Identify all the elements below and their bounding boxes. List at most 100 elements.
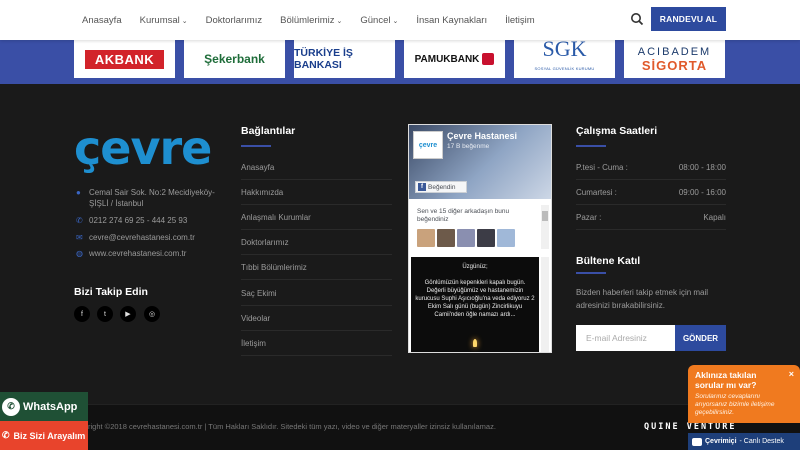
copyright-text: right ©2018 cevrehastanesi.com.tr | Tüm … [88, 422, 496, 431]
logo-text: AKBANK [84, 49, 165, 69]
title-underline [576, 145, 606, 147]
footer-link[interactable]: Hakkımızda [241, 180, 392, 205]
whatsapp-icon: ✆ [2, 397, 20, 416]
nav-home[interactable]: Anasayfa [82, 15, 122, 26]
fb-friends-text: Sen ve 15 diğer arkadaşın bunu beğendini… [417, 208, 510, 223]
appointment-button[interactable]: RANDEVU AL [651, 7, 726, 31]
partner-logo-isbank[interactable]: TÜRKİYE İŞ BANKASI [294, 40, 395, 78]
fb-page-thumbnail[interactable]: çevre [413, 131, 443, 159]
twitter-icon[interactable]: t [97, 306, 113, 322]
chat-prompt[interactable]: Aklınıza takılan sorular mı var? Sorular… [688, 365, 800, 423]
fb-post[interactable]: Üzgünüz; Gönlümüzün kepenkleri kapalı bu… [411, 257, 539, 352]
globe-icon: ◍ [76, 249, 83, 258]
phone-text: 0212 274 69 25 - 444 25 93 [89, 216, 188, 225]
footer-link[interactable]: Tıbbi Bölümlerimiz [241, 255, 392, 280]
partner-logo-sekerbank[interactable]: Şekerbank [184, 40, 285, 78]
fb-like-button[interactable]: f Beğendin [415, 181, 467, 193]
hours-row: Cumartesi : 09:00 - 16:00 [576, 180, 726, 205]
logo-text: TÜRKİYE İŞ BANKASI [294, 47, 353, 71]
website[interactable]: ◍ www.cevrehastanesi.com.tr [76, 248, 186, 259]
chat-prompt-subtitle: Sorularınız cevaplarını arıyorsanız bizi… [695, 393, 775, 416]
live-support-bar[interactable]: Çevrimiçi - Canlı Destek [688, 433, 800, 450]
cevre-logo[interactable]: çevre [74, 125, 212, 171]
phone[interactable]: ✆ 0212 274 69 25 - 444 25 93 [76, 215, 187, 226]
callback-button[interactable]: ✆ Biz Sizi Arayalım [0, 421, 88, 450]
avatar[interactable] [437, 229, 455, 247]
nav-doctors[interactable]: Doktorlarımız [206, 15, 262, 26]
phone-icon: ✆ [2, 430, 10, 440]
hours-day: Pazar : [576, 212, 602, 222]
hours-title: Çalışma Saatleri [576, 125, 658, 137]
envelope-icon: ✉ [76, 233, 83, 242]
nav-label: Bölümlerimiz [280, 14, 335, 26]
fb-scrollbar[interactable] [541, 205, 549, 249]
hours-time: Kapalı [703, 212, 726, 222]
logo-text: Şekerbank [204, 52, 265, 66]
developer-credit[interactable]: QUINE VENTURE [644, 422, 737, 432]
partner-logo-acibadem[interactable]: ACIBADEM SİGORTA [624, 40, 725, 78]
chevron-down-icon: ⌄ [336, 17, 343, 25]
chat-status: Çevrimiçi [705, 438, 737, 445]
footer-link[interactable]: Videolar [241, 306, 392, 331]
phone-icon: ✆ [76, 216, 83, 225]
partner-logo-pamukbank[interactable]: PAMUKBANK [404, 40, 505, 78]
footer-link[interactable]: Saç Ekimi [241, 281, 392, 306]
email-input[interactable] [576, 325, 675, 351]
logo-text-group: PAMUKBANK [415, 53, 495, 65]
footer-link[interactable]: İletişim [241, 331, 392, 356]
nav-news[interactable]: Güncel ⌄ [360, 15, 398, 26]
instagram-icon[interactable]: ◎ [144, 306, 160, 322]
logo-text: PAMUKBANK [414, 53, 480, 65]
hours-row: P.tesi - Cuma : 08:00 - 18:00 [576, 155, 726, 180]
address: ● Cemal Sair Sok. No:2 Mecidiyeköy- ŞİŞLİ… [76, 187, 215, 209]
facebook-page-widget[interactable]: çevre Çevre Hastanesi 17 B beğenme f Beğe… [408, 124, 552, 353]
whatsapp-button[interactable]: ✆ WhatsApp [0, 392, 88, 421]
hours-time: 09:00 - 16:00 [678, 187, 726, 197]
acibadem-logo: ACIBADEM SİGORTA [638, 45, 711, 73]
nav-hr[interactable]: İnsan Kaynakları [416, 15, 487, 26]
footer-link[interactable]: Anasayfa [241, 155, 392, 180]
avatar[interactable] [457, 229, 475, 247]
map-pin-icon: ● [76, 188, 81, 197]
avatar[interactable] [497, 229, 515, 247]
hours-time: 08:00 - 18:00 [678, 162, 726, 172]
facebook-icon[interactable]: f [74, 306, 90, 322]
search-icon[interactable] [630, 12, 644, 26]
partner-logo-sgk[interactable]: SGK SOSYAL GÜVENLİK KURUMU [514, 40, 615, 78]
nav-label: Güncel [360, 14, 391, 26]
footer-link[interactable]: Doktorlarımız [241, 230, 392, 255]
footer-link[interactable]: Anlaşmalı Kurumlar [241, 205, 392, 230]
fb-scrollbar[interactable] [541, 257, 549, 352]
candle-icon [473, 339, 477, 347]
newsletter-text: Bizden haberleri takip etmek için mail a… [576, 288, 709, 310]
hours-row: Pazar : Kapalı [576, 205, 726, 230]
fb-post-title: Üzgünüz; [462, 264, 488, 270]
fb-post-body: Gönlümüzün kepenkleri kapalı bugün. Değe… [415, 280, 535, 318]
logo-text: SGK [542, 40, 587, 61]
nav-departments[interactable]: Bölümlerimiz ⌄ [280, 15, 342, 26]
sgk-logo: SGK SOSYAL GÜVENLİK KURUMU [535, 40, 595, 78]
email[interactable]: ✉ cevre@cevrehastanesi.com.tr [76, 232, 195, 243]
chevron-down-icon: ⌄ [181, 17, 188, 25]
avatar[interactable] [477, 229, 495, 247]
address-line: Cemal Sair Sok. No:2 Mecidiyeköy- [89, 188, 215, 197]
follow-title: Bizi Takip Edin [74, 286, 148, 298]
nav-label: Kurumsal [139, 14, 180, 26]
nav-label: Doktorlarımız [205, 14, 263, 26]
avatar[interactable] [417, 229, 435, 247]
nav-label: İnsan Kaynakları [416, 14, 488, 26]
youtube-icon[interactable]: ▶ [120, 306, 136, 322]
fb-page-name[interactable]: Çevre Hastanesi [447, 131, 517, 141]
hours-day: Cumartesi : [576, 187, 617, 197]
send-button[interactable]: GÖNDER [675, 325, 726, 351]
partner-logo-akbank[interactable]: AKBANK [74, 40, 175, 78]
pamukbank-mark-icon [482, 53, 495, 65]
email-text: cevre@cevrehastanesi.com.tr [89, 233, 195, 242]
website-text: www.cevrehastanesi.com.tr [89, 249, 187, 258]
close-icon[interactable]: × [789, 369, 794, 379]
nav-corporate[interactable]: Kurumsal ⌄ [140, 15, 188, 26]
scrollbar-thumb[interactable] [542, 211, 548, 221]
newsletter-title: Bültene Katıl [576, 255, 641, 267]
nav-contact[interactable]: İletişim [505, 15, 535, 26]
address-text: Cemal Sair Sok. No:2 Mecidiyeköy- ŞİŞLİ /… [89, 187, 215, 209]
